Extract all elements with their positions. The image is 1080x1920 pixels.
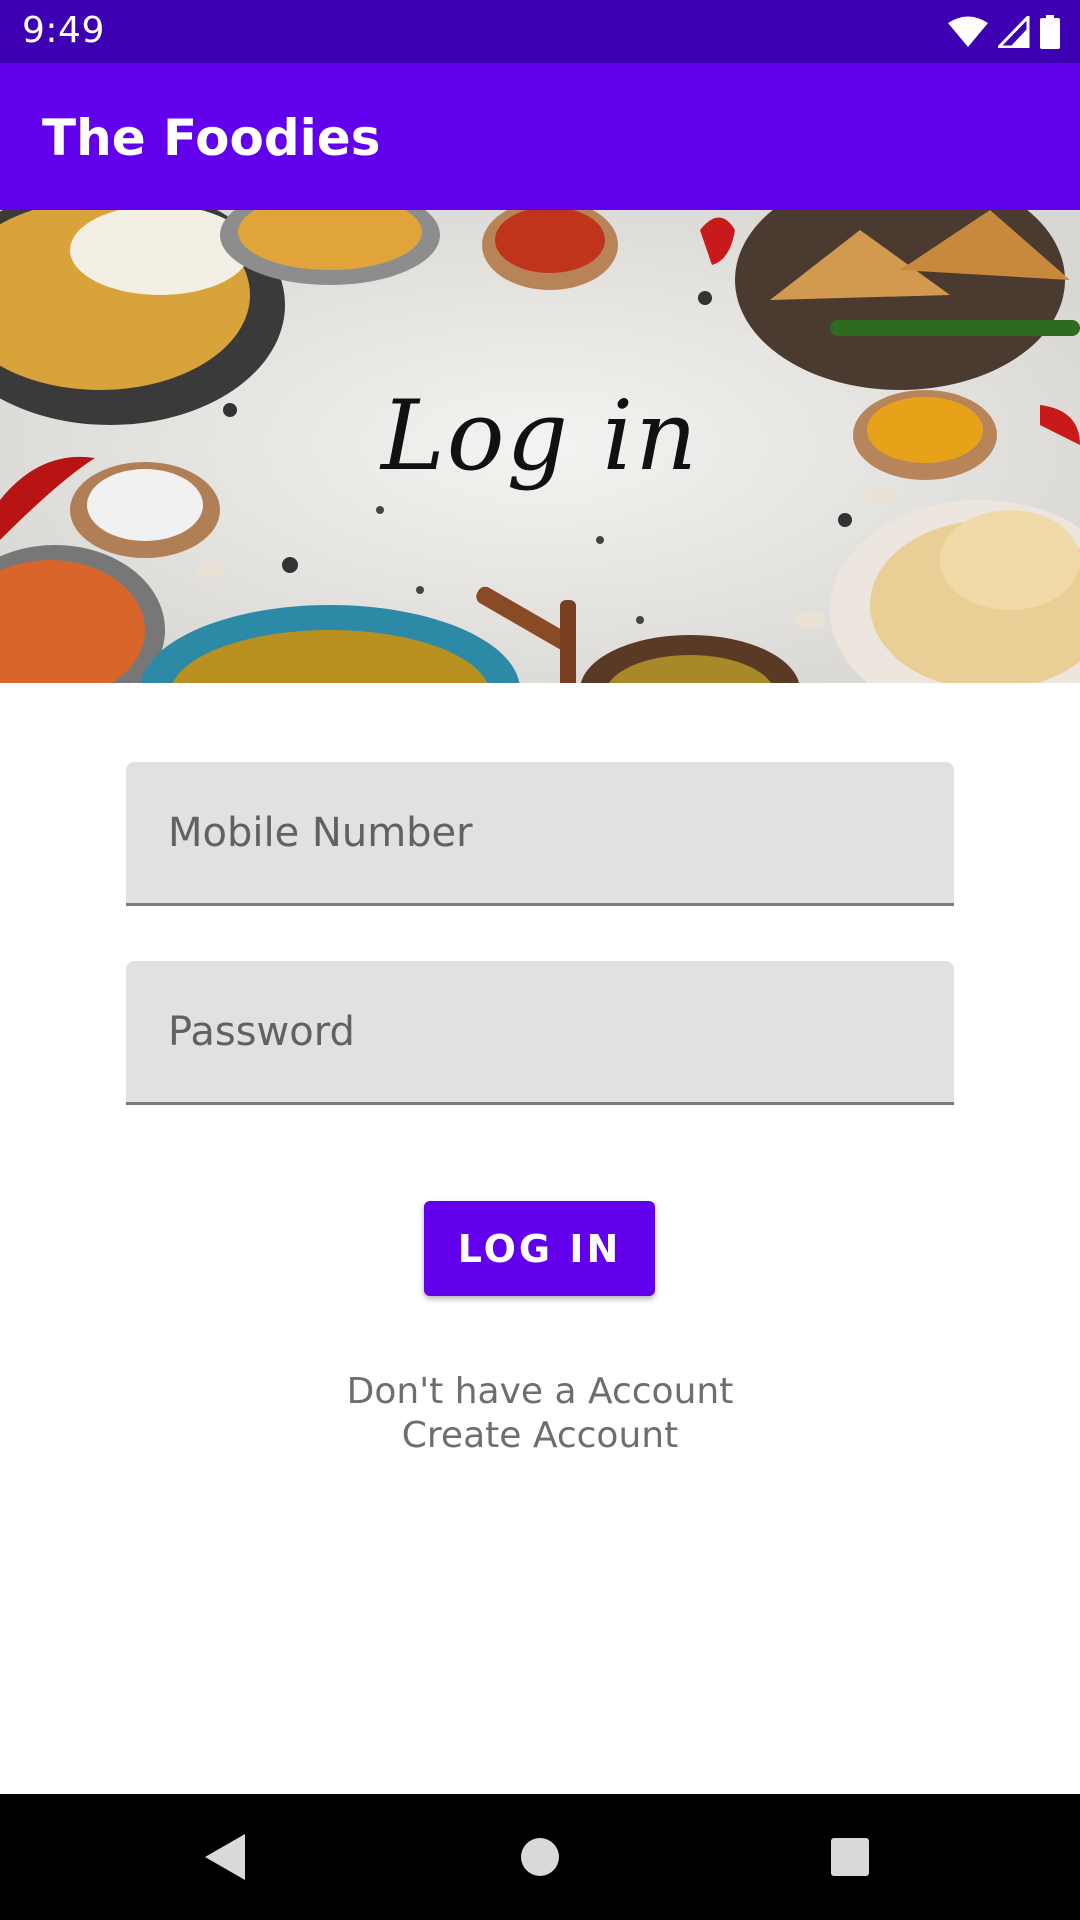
banner-title: Log in [380, 380, 700, 492]
login-button[interactable]: LOG IN [424, 1201, 655, 1296]
status-bar: 9:49 [0, 0, 1080, 63]
mobile-number-field[interactable] [126, 762, 954, 906]
home-icon[interactable] [507, 1824, 573, 1890]
mobile-number-input[interactable] [168, 762, 928, 903]
login-screen: 9:49 The Foodies Log in Mobile Number LO… [0, 0, 1080, 1920]
create-account-link[interactable]: Create Account [0, 1414, 1080, 1458]
app-bar: The Foodies [0, 63, 1080, 210]
app-title: The Foodies [42, 109, 381, 167]
food-banner-image: Log in [0, 210, 1080, 683]
recents-icon[interactable] [817, 1824, 883, 1890]
password-field[interactable] [126, 961, 954, 1105]
wifi-icon [948, 16, 988, 48]
battery-icon [1040, 15, 1060, 49]
status-icons [948, 12, 1060, 52]
status-time: 9:49 [22, 10, 105, 51]
no-account-text: Don't have a Account [346, 1371, 734, 1412]
signal-icon [998, 16, 1030, 48]
signup-prompt[interactable]: Don't have a Account Create Account [0, 1370, 1080, 1458]
password-input[interactable] [168, 961, 928, 1102]
navigation-bar [0, 1794, 1080, 1920]
back-icon[interactable] [192, 1824, 258, 1890]
